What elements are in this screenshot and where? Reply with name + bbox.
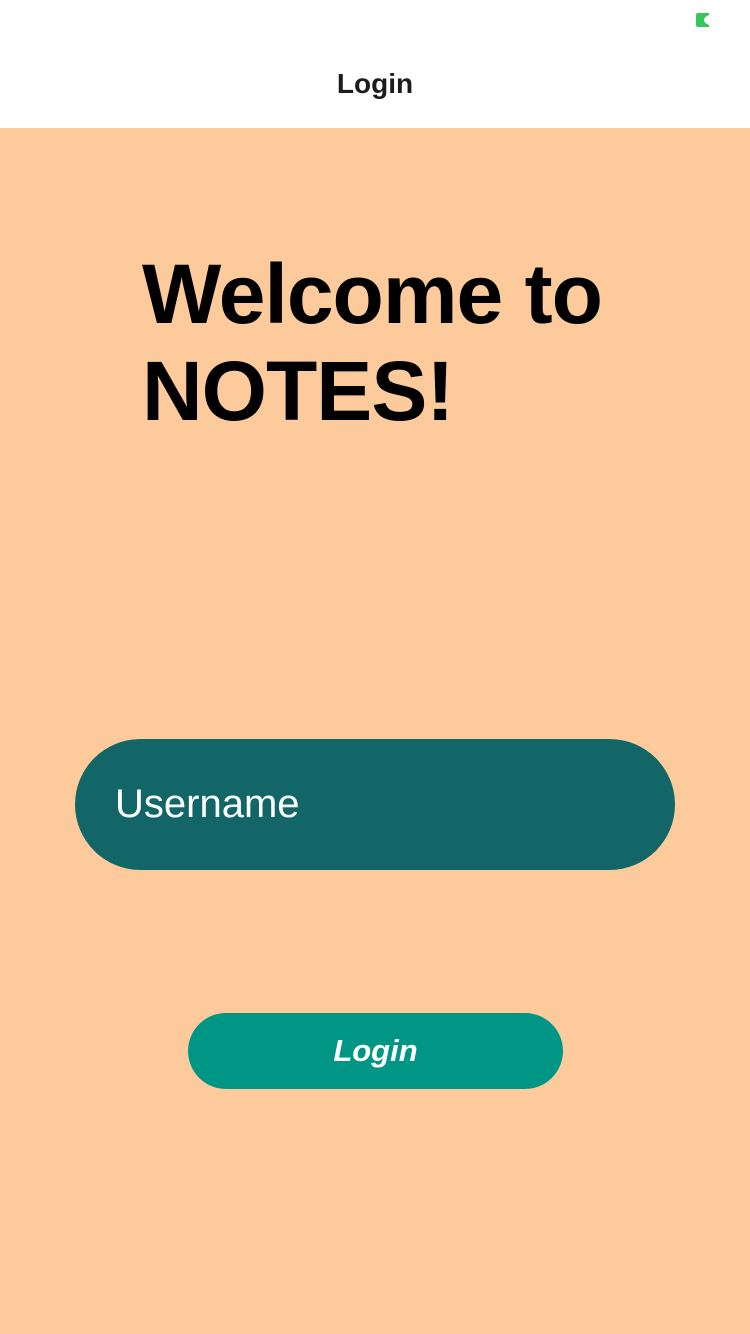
login-screen: Login Welcome toNOTES! Login [0, 0, 750, 1334]
main-content: Welcome toNOTES! Login [0, 128, 750, 1334]
status-bar [0, 0, 750, 44]
welcome-line-2: NOTES! [142, 344, 454, 438]
navigation-bar: Login [0, 44, 750, 128]
welcome-line-1: Welcome to [142, 247, 603, 341]
username-input[interactable] [75, 739, 675, 870]
welcome-heading: Welcome to NOTES! [142, 246, 662, 440]
battery-icon [696, 13, 709, 27]
login-button[interactable]: Login [188, 1013, 563, 1089]
nav-title: Login [336, 68, 414, 99]
